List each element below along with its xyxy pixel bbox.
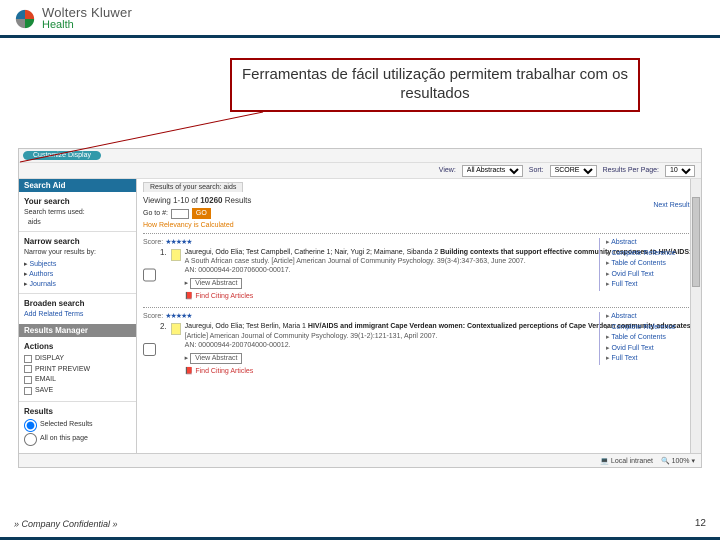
- expand-icon[interactable]: ▸: [185, 355, 189, 362]
- result-tail: A South African case study. [Article] Am…: [185, 258, 526, 265]
- result-row: Score: ★★★★★ 2. Jauregui, Odo Elia; Test…: [143, 307, 695, 381]
- your-search-label: Your search: [24, 197, 70, 206]
- action-save[interactable]: SAVE: [24, 386, 131, 396]
- action-display[interactable]: DISPLAY: [24, 354, 131, 364]
- narrow-search-label: Narrow search: [24, 237, 80, 246]
- goto-input[interactable]: [171, 209, 189, 219]
- result-links: Abstract Complete Reference Table of Con…: [599, 238, 695, 291]
- annotation-icon[interactable]: [171, 323, 181, 335]
- annotation-icon[interactable]: [171, 249, 181, 261]
- scroll-thumb[interactable]: [692, 197, 700, 287]
- next-result-link[interactable]: Next Result ▸: [653, 201, 695, 209]
- logo-icon: [14, 8, 36, 30]
- add-related-terms-link[interactable]: Add Related Terms: [24, 311, 83, 318]
- statusbar: 💻 Local intranet 🔍 100% ▾: [19, 453, 701, 467]
- link-abstract[interactable]: Abstract: [606, 312, 695, 323]
- link-abstract[interactable]: Abstract: [606, 238, 695, 249]
- broaden-search-label: Broaden search: [24, 299, 84, 308]
- find-citing-link[interactable]: Find Citing Articles: [195, 368, 253, 375]
- expand-icon[interactable]: ▸: [185, 280, 189, 287]
- footer-confidential: » Company Confidential »: [14, 519, 118, 529]
- rpp-label: Results Per Page:: [603, 167, 659, 174]
- callout-pointer: [18, 112, 278, 170]
- callout-box: Ferramentas de fácil utilização permitem…: [230, 58, 640, 112]
- link-toc[interactable]: Table of Contents: [606, 333, 695, 344]
- link-complete-ref[interactable]: Complete Reference: [606, 323, 695, 334]
- result-meta: AN: 00000944-200706000-00017.: [185, 267, 291, 274]
- search-aid-header: Search Aid: [19, 179, 136, 192]
- results-main: Results of your search: aids Viewing 1-1…: [137, 179, 701, 453]
- sort-select[interactable]: SCORE: [550, 165, 597, 177]
- link-complete-ref[interactable]: Complete Reference: [606, 249, 695, 260]
- link-fulltext[interactable]: Full Text: [606, 354, 695, 365]
- rpp-select[interactable]: 10: [665, 165, 695, 177]
- result-meta: AN: 00000944-200704000-00012.: [185, 342, 291, 349]
- display-icon: [24, 355, 32, 363]
- link-ovid-fulltext[interactable]: Ovid Full Text: [606, 344, 695, 355]
- result-authors: Jauregui, Odo Elia; Test Campbell, Cathe…: [185, 249, 438, 256]
- result-num: 1.: [160, 248, 167, 301]
- view-select[interactable]: All Abstracts: [462, 165, 523, 177]
- sort-label: Sort:: [529, 167, 544, 174]
- stars-icon: ★★★★★: [165, 313, 191, 320]
- narrow-authors[interactable]: Authors: [24, 270, 131, 280]
- page-number: 12: [695, 518, 706, 529]
- result-num: 2.: [160, 322, 167, 375]
- search-term: aids: [28, 219, 41, 226]
- result-links: Abstract Complete Reference Table of Con…: [599, 312, 695, 365]
- stars-icon: ★★★★★: [165, 239, 191, 246]
- narrow-hint: Narrow your results by:: [24, 249, 96, 256]
- save-icon: [24, 387, 32, 395]
- brand-sub: Health: [42, 20, 132, 31]
- narrow-subjects[interactable]: Subjects: [24, 260, 131, 270]
- view-label: View:: [439, 167, 456, 174]
- result-checkbox[interactable]: [143, 249, 156, 301]
- find-citing-link[interactable]: Find Citing Articles: [195, 293, 253, 300]
- results-manager-header: Results Manager: [19, 324, 136, 337]
- narrow-journals[interactable]: Journals: [24, 280, 131, 290]
- action-print[interactable]: PRINT PREVIEW: [24, 365, 131, 375]
- relevancy-link[interactable]: How Relevancy is Calculated: [143, 222, 695, 229]
- view-abstract-button[interactable]: View Abstract: [190, 278, 242, 289]
- goto-label: Go to #:: [143, 210, 168, 217]
- zone-label: Local intranet: [611, 458, 653, 465]
- all-page-radio[interactable]: [24, 433, 37, 446]
- link-ovid-fulltext[interactable]: Ovid Full Text: [606, 270, 695, 281]
- go-button[interactable]: GO: [192, 208, 211, 219]
- scrollbar[interactable]: [690, 179, 701, 453]
- results-label: Results: [24, 407, 53, 416]
- selected-results-radio[interactable]: [24, 419, 37, 432]
- viewing-prefix: Viewing 1-10 of: [143, 196, 198, 205]
- email-icon: [24, 376, 32, 384]
- link-toc[interactable]: Table of Contents: [606, 259, 695, 270]
- viewing-suffix: Results: [225, 196, 252, 205]
- action-email[interactable]: EMAIL: [24, 375, 131, 385]
- link-fulltext[interactable]: Full Text: [606, 280, 695, 291]
- search-terms-used-label: Search terms used:: [24, 209, 85, 216]
- sidebar: Search Aid Your search Search terms used…: [19, 179, 137, 453]
- result-tail: [Article] American Journal of Community …: [185, 333, 438, 340]
- actions-label: Actions: [24, 342, 53, 351]
- view-abstract-button[interactable]: View Abstract: [190, 353, 242, 364]
- viewing-total: 10260: [200, 196, 222, 205]
- zoom-label: 100%: [672, 458, 690, 465]
- brand-main: Wolters Kluwer: [42, 6, 132, 19]
- print-icon: [24, 365, 32, 373]
- result-checkbox[interactable]: [143, 323, 156, 375]
- browser-app: Customize Display View: All Abstracts So…: [18, 148, 702, 468]
- result-authors: Jauregui, Odo Elia; Test Berlin, Maria 1: [185, 323, 306, 330]
- slide-header: Wolters Kluwer Health: [0, 0, 720, 38]
- result-row: Score: ★★★★★ 1. Jauregui, Odo Elia; Test…: [143, 233, 695, 307]
- results-tab[interactable]: Results of your search: aids: [143, 182, 243, 192]
